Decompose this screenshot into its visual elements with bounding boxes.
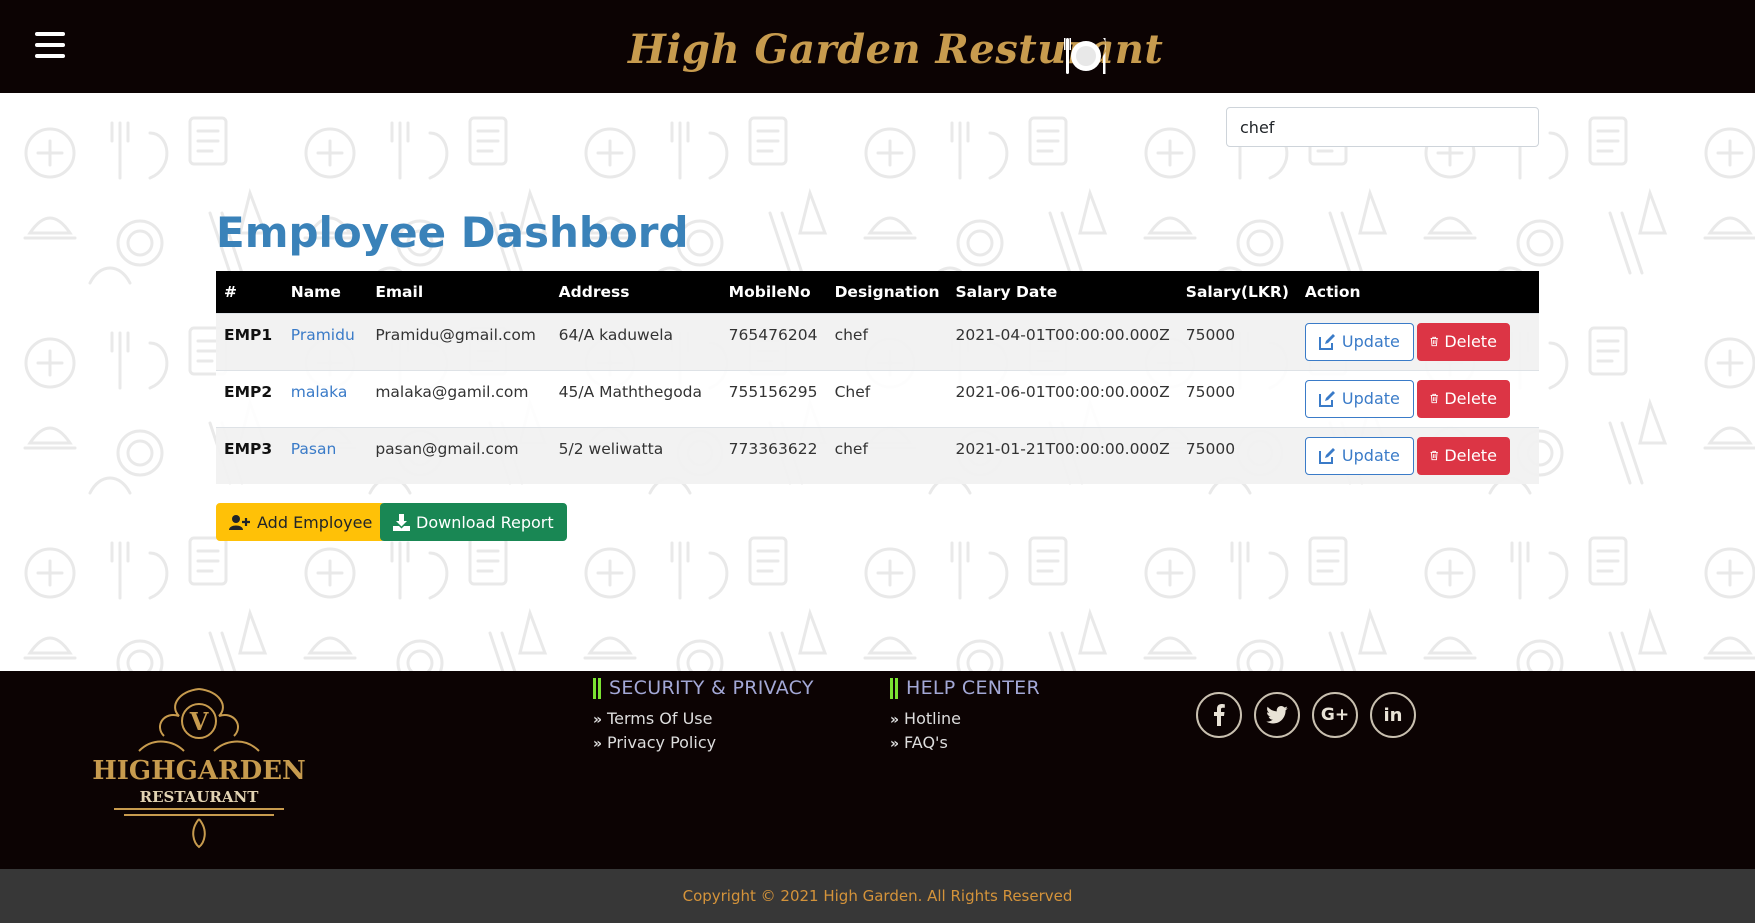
help-heading: HELP CENTER: [890, 677, 1040, 699]
employee-email: pasan@gmail.com: [367, 426, 551, 484]
delete-button[interactable]: Delete: [1416, 436, 1510, 475]
edit-icon: [1318, 333, 1335, 350]
download-icon: [393, 513, 410, 531]
employee-name-link[interactable]: Pramidu: [282, 312, 368, 370]
delete-label: Delete: [1444, 446, 1497, 465]
update-button[interactable]: Update: [1304, 436, 1414, 475]
row-actions: Update Delete: [1296, 369, 1539, 427]
table-row: EMP1 Pramidu Pramidu@gmail.com 64/A kadu…: [216, 312, 1539, 370]
employee-mobile: 773363622: [720, 426, 827, 484]
add-employee-label: Add Employee: [257, 512, 373, 532]
terms-of-use-link[interactable]: » Terms Of Use: [593, 709, 814, 728]
employee-name-link[interactable]: malaka: [282, 369, 368, 427]
column-header: Action: [1304, 282, 1361, 301]
column-header: MobileNo: [728, 282, 811, 301]
logo-subtitle: RESTAURANT: [140, 788, 260, 806]
employee-salary: 75000: [1177, 369, 1297, 427]
employee-salary-date: 2021-06-01T00:00:00.000Z: [947, 369, 1178, 427]
employee-email: malaka@gamil.com: [367, 369, 551, 427]
search-input[interactable]: [1226, 107, 1539, 147]
table-row: EMP3 Pasan pasan@gmail.com 5/2 weliwatta…: [216, 426, 1539, 484]
download-report-button[interactable]: Download Report: [380, 503, 567, 541]
column-header: Salary Date: [955, 282, 1058, 301]
table-row: EMP2 malaka malaka@gamil.com 45/A Mathth…: [216, 369, 1539, 427]
delete-label: Delete: [1444, 389, 1497, 408]
employee-designation: Chef: [826, 369, 948, 427]
privacy-label: Privacy Policy: [607, 733, 717, 752]
delete-button[interactable]: Delete: [1416, 322, 1510, 361]
twitter-icon[interactable]: [1254, 692, 1300, 738]
delete-label: Delete: [1444, 332, 1497, 351]
plate-cutlery-icon: [1064, 38, 1106, 74]
copyright-bar: Copyright © 2021 High Garden. All Rights…: [0, 869, 1755, 923]
page-title: Employee Dashbord: [216, 208, 689, 257]
row-actions: Update Delete: [1296, 426, 1539, 484]
copyright-text: Copyright © 2021 High Garden. All Rights…: [682, 887, 1073, 905]
social-links: G+ in: [1196, 692, 1416, 738]
column-header: Name: [290, 282, 341, 301]
faq-label: FAQ's: [904, 733, 948, 752]
security-heading: SECURITY & PRIVACY: [593, 677, 814, 699]
employee-designation: chef: [826, 312, 948, 370]
update-button[interactable]: Update: [1304, 322, 1414, 361]
delete-button[interactable]: Delete: [1416, 379, 1510, 418]
update-button[interactable]: Update: [1304, 379, 1414, 418]
employee-name-link[interactable]: Pasan: [282, 426, 368, 484]
highgarden-logo: V HIGHGARDEN RESTAURANT: [92, 688, 306, 849]
trash-icon: [1430, 450, 1438, 461]
help-center-section: HELP CENTER » Hotline » FAQ's: [890, 677, 1040, 757]
linkedin-icon[interactable]: in: [1370, 692, 1416, 738]
employee-address: 45/A Maththegoda: [550, 369, 721, 427]
employee-table: # Name Email Address MobileNo Designatio…: [216, 271, 1539, 484]
employee-address: 64/A kaduwela: [550, 312, 721, 370]
double-chevron-right-icon: »: [593, 736, 603, 752]
employee-salary: 75000: [1177, 426, 1297, 484]
column-header: Salary(LKR): [1185, 282, 1289, 301]
top-navbar: High Garden Resturant: [0, 0, 1755, 93]
trash-icon: [1430, 393, 1438, 404]
employee-salary: 75000: [1177, 312, 1297, 370]
employee-id: EMP3: [216, 426, 283, 484]
footer: V HIGHGARDEN RESTAURANT SECURITY & PRIVA…: [0, 671, 1755, 869]
download-report-label: Download Report: [416, 512, 554, 532]
logo-name: HIGHGARDEN: [92, 756, 306, 786]
column-header: Email: [375, 282, 424, 301]
double-chevron-right-icon: »: [890, 712, 900, 728]
column-header: Designation: [834, 282, 940, 301]
main-content: Employee Dashbord # Name Email Address M…: [0, 93, 1755, 671]
edit-icon: [1318, 447, 1335, 464]
update-label: Update: [1341, 332, 1400, 351]
hamburger-menu-icon[interactable]: [35, 32, 65, 60]
trash-icon: [1430, 336, 1438, 347]
security-privacy-section: SECURITY & PRIVACY » Terms Of Use » Privac…: [593, 677, 814, 757]
privacy-policy-link[interactable]: » Privacy Policy: [593, 733, 814, 752]
faq-link[interactable]: » FAQ's: [890, 733, 1040, 752]
employee-email: Pramidu@gmail.com: [367, 312, 551, 370]
table-header-row: # Name Email Address MobileNo Designatio…: [216, 271, 1539, 313]
terms-label: Terms Of Use: [607, 709, 713, 728]
edit-icon: [1318, 390, 1335, 407]
employee-salary-date: 2021-01-21T00:00:00.000Z: [947, 426, 1178, 484]
row-actions: Update Delete: [1296, 312, 1539, 370]
logo-letter: V: [189, 707, 209, 736]
hotline-link[interactable]: » Hotline: [890, 709, 1040, 728]
google-plus-icon[interactable]: G+: [1312, 692, 1358, 738]
employee-id: EMP2: [216, 369, 283, 427]
user-plus-icon: [229, 514, 250, 530]
employee-mobile: 765476204: [720, 312, 827, 370]
employee-salary-date: 2021-04-01T00:00:00.000Z: [947, 312, 1178, 370]
update-label: Update: [1341, 389, 1400, 408]
update-label: Update: [1341, 446, 1400, 465]
double-chevron-right-icon: »: [890, 736, 900, 752]
hotline-label: Hotline: [904, 709, 962, 728]
employee-designation: chef: [826, 426, 948, 484]
column-header: Address: [558, 282, 630, 301]
double-chevron-right-icon: »: [593, 712, 603, 728]
add-employee-button[interactable]: Add Employee: [216, 503, 386, 541]
column-header: #: [224, 282, 237, 301]
employee-id: EMP1: [216, 312, 283, 370]
employee-address: 5/2 weliwatta: [550, 426, 721, 484]
facebook-icon[interactable]: [1196, 692, 1242, 738]
employee-mobile: 755156295: [720, 369, 827, 427]
